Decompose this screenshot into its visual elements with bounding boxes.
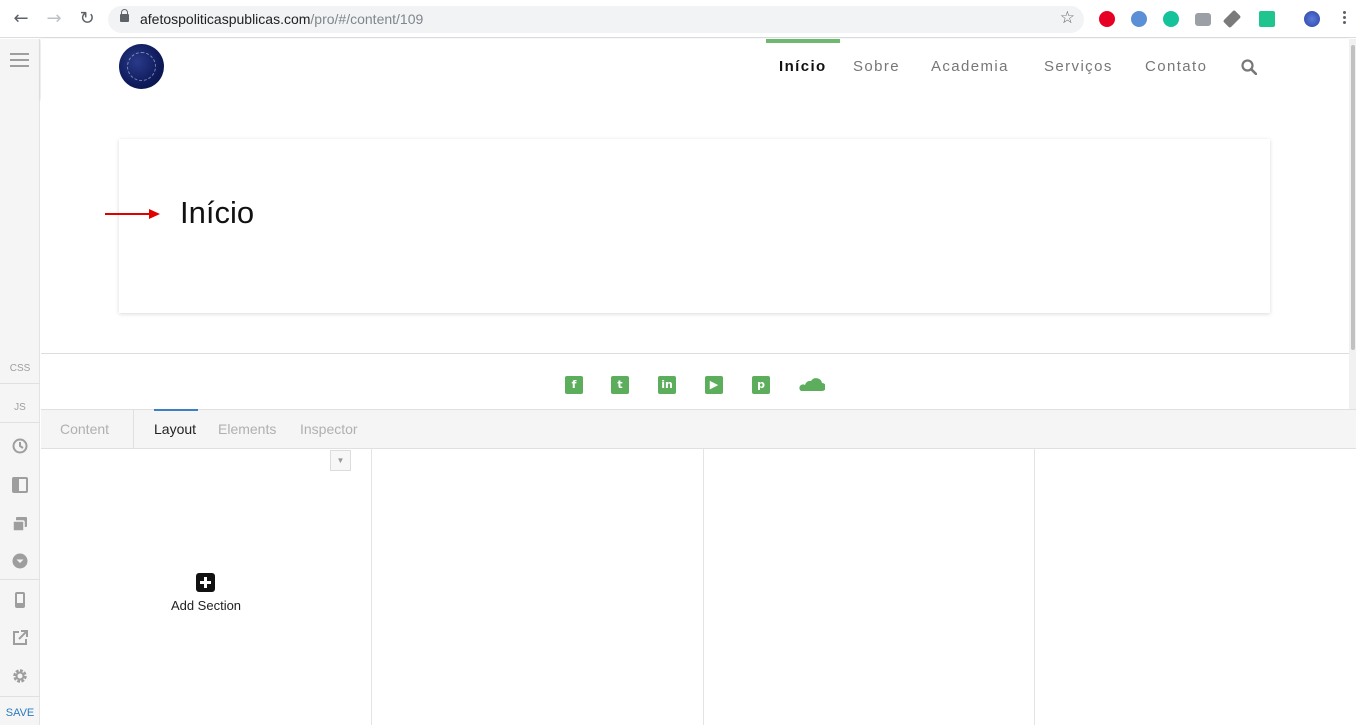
active-tab-indicator: [154, 409, 198, 411]
bookmark-star-icon[interactable]: ☆: [1060, 8, 1075, 28]
settings-gear-icon[interactable]: [11, 667, 29, 685]
linkedin-icon[interactable]: in: [658, 376, 676, 394]
youtube-icon[interactable]: ▶: [705, 376, 723, 394]
css-button[interactable]: CSS: [0, 363, 40, 374]
site-header: Início Sobre Academia Serviços Contato: [41, 39, 1349, 99]
browser-menu-icon[interactable]: [1338, 9, 1350, 29]
lock-icon: [120, 9, 129, 22]
sidebar-divider: [0, 579, 40, 580]
plus-square-icon: [196, 573, 215, 592]
soundcloud-icon[interactable]: [797, 376, 825, 394]
js-button[interactable]: JS: [0, 402, 40, 413]
eyedropper-extension-icon[interactable]: [1222, 9, 1242, 29]
site-logo[interactable]: [119, 44, 164, 89]
dropdown-circle-icon[interactable]: [11, 552, 29, 570]
external-link-icon[interactable]: [11, 629, 29, 647]
search-icon[interactable]: [1241, 59, 1257, 75]
save-button[interactable]: SAVE: [0, 707, 40, 719]
red-arrow-annotation: [105, 209, 160, 219]
url-path: /pro/#/content/109: [310, 11, 424, 27]
sidebar-divider: [0, 696, 40, 697]
facebook-icon[interactable]: f: [565, 376, 583, 394]
editor-sidebar: CSS JS SAVE: [0, 39, 40, 725]
tab-content[interactable]: Content: [60, 421, 109, 437]
section-dropdown-button[interactable]: ▼: [330, 450, 351, 471]
column-divider: [703, 449, 704, 725]
profile-avatar-icon[interactable]: [1304, 11, 1320, 27]
tab-layout[interactable]: Layout: [154, 421, 196, 437]
camera-extension-icon[interactable]: [1195, 13, 1211, 26]
add-section-label: Add Section: [170, 598, 242, 613]
nav-item-contato[interactable]: Contato: [1145, 39, 1207, 99]
pages-icon[interactable]: [11, 515, 29, 533]
sidebar-divider: [0, 422, 40, 423]
layout-panel: ▼ Add Section: [41, 449, 1356, 725]
column-divider: [1034, 449, 1035, 725]
mobile-preview-icon[interactable]: [11, 591, 29, 609]
url-domain: afetospoliticaspublicas.com: [140, 11, 311, 27]
nav-item-academia[interactable]: Academia: [931, 39, 1009, 99]
site-footer: f t in ▶ p: [41, 353, 1349, 409]
nav-item-inicio[interactable]: Início: [779, 39, 827, 99]
nav-item-sobre[interactable]: Sobre: [853, 39, 900, 99]
address-bar[interactable]: afetospoliticaspublicas.com/pro/#/conten…: [108, 6, 1084, 33]
tab-divider: [133, 410, 134, 450]
tab-elements[interactable]: Elements: [218, 421, 276, 437]
url-text[interactable]: afetospoliticaspublicas.com/pro/#/conten…: [140, 11, 423, 27]
hamburger-menu-icon[interactable]: [10, 53, 29, 71]
trello-extension-icon[interactable]: [1259, 11, 1275, 27]
pinterest-extension-icon[interactable]: [1099, 11, 1115, 27]
reload-icon[interactable]: ↻: [76, 8, 98, 30]
info-extension-icon[interactable]: [1131, 11, 1147, 27]
browser-toolbar: ← → ↻ afetospoliticaspublicas.com/pro/#/…: [0, 0, 1356, 38]
history-icon[interactable]: [11, 437, 29, 455]
pinterest-icon[interactable]: p: [752, 376, 770, 394]
twitter-icon[interactable]: t: [611, 376, 629, 394]
add-section-button[interactable]: Add Section: [151, 573, 261, 617]
page-title[interactable]: Início: [180, 195, 254, 231]
sidebar-panel-icon[interactable]: [11, 476, 29, 494]
scrollbar-thumb[interactable]: [1351, 45, 1355, 350]
editor-tabbar: Content Layout Elements Inspector: [41, 409, 1356, 450]
column-divider: [371, 449, 372, 725]
nav-item-servicos[interactable]: Serviços: [1044, 39, 1113, 99]
sidebar-divider: [0, 383, 40, 384]
content-card[interactable]: [119, 139, 1270, 313]
back-icon[interactable]: ←: [10, 8, 32, 30]
grammarly-extension-icon[interactable]: [1163, 11, 1179, 27]
tab-inspector[interactable]: Inspector: [300, 421, 358, 437]
forward-icon[interactable]: →: [43, 8, 65, 30]
